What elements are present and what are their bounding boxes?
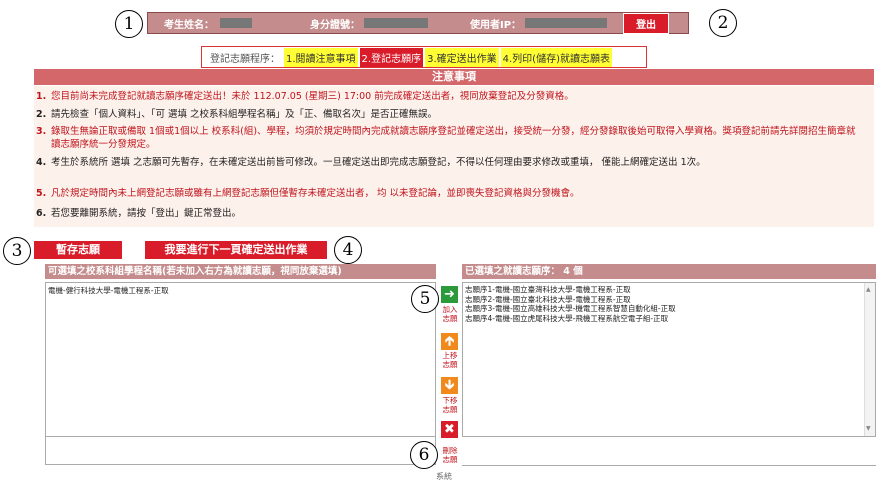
scroll-down-icon: ▼	[866, 425, 871, 433]
list-item[interactable]: 志願序1-電機-國立臺灣科技大學-電機工程系-正取	[463, 285, 875, 295]
arrow-right-icon: ➜	[444, 287, 455, 302]
delete-choice-button[interactable]: ✖	[441, 421, 458, 438]
available-list[interactable]: 電機-健行科技大學-電機工程系-正取	[45, 282, 436, 437]
list-item[interactable]: 志願序3-電機-國立高雄科技大學-機電工程系智慧自動化組-正取	[463, 304, 875, 314]
user-info-bar: 考生姓名： 身分證號： 使用者IP： 登出	[147, 12, 689, 34]
callout-6: 6	[410, 441, 438, 469]
bottom-divider	[462, 465, 876, 466]
note-text: 考生於系統所 選填 之志願可先暫存，在未確定送出前皆可修改。一旦確定送出即完成志…	[51, 157, 706, 168]
close-icon: ✖	[444, 422, 455, 437]
name-label: 考生姓名：	[164, 19, 214, 31]
add-choice-label: 加入志願	[442, 305, 458, 323]
next-page-submit-button[interactable]: 我要進行下一頁確定送出作業	[145, 241, 327, 259]
note-text: 您目前尚未完成登記就讀志願序確定送出！未於 112.07.05 (星期三) 17…	[51, 91, 574, 102]
ip-label: 使用者IP：	[470, 19, 522, 31]
name-masked-value	[220, 18, 252, 28]
footer-text: 系統	[436, 472, 452, 481]
save-draft-button[interactable]: 暫存志願	[34, 241, 122, 259]
ip-masked-value	[525, 18, 608, 28]
note-item: 5. 凡於規定時間內未上網登記志願或雖有上網登記志願但僅暫存未確定送出者， 均 …	[34, 187, 864, 200]
note-text: 若您要離開系統，請按「登出」鍵正常登出。	[51, 208, 242, 219]
note-number: 5.	[36, 188, 47, 199]
arrow-up-icon: 🡱	[444, 334, 455, 349]
note-item: 1. 您目前尚未完成登記就讀志願序確定送出！未於 112.07.05 (星期三)…	[34, 90, 864, 103]
callout-2: 2	[709, 9, 737, 37]
list-item[interactable]: 電機-健行科技大學-電機工程系-正取	[46, 286, 435, 296]
left-panel-footer	[45, 437, 436, 465]
arrow-down-icon: 🡳	[444, 378, 455, 393]
step-print-form[interactable]: 4.列印(儲存)就讀志願表	[500, 47, 612, 67]
step-read-notes[interactable]: 1.閱讀注意事項	[284, 47, 358, 67]
registration-steps: 登記志願程序： 1.閱讀注意事項 2.登記志願序 3.確定送出作業 4.列印(儲…	[201, 46, 647, 68]
note-item: 3. 錄取生無論正取或備取 1個或1個以上 校系科(組)、學程，均須於規定時間內…	[34, 125, 864, 151]
available-list-title: 可選填之校系科組學程名稱(若未加入右方為就讀志願，視同放棄選填)	[45, 264, 436, 279]
note-number: 6.	[36, 208, 47, 219]
move-up-label: 上移志願	[442, 351, 458, 369]
callout-5: 5	[411, 285, 439, 313]
callout-4: 4	[334, 236, 362, 264]
note-item: 6. 若您要離開系統，請按「登出」鍵正常登出。	[34, 207, 864, 220]
note-text: 請先檢查「個人資料」、「可 選填 之校系科組學程名稱」及「正、備取名次」是否正確…	[51, 109, 438, 120]
callout-3: 3	[3, 237, 31, 265]
note-number: 4.	[36, 157, 47, 168]
list-item[interactable]: 志願序2-電機-國立臺北科技大學-電機工程系-正取	[463, 295, 875, 305]
list-item[interactable]: 志願序4-電機-國立虎尾科技大學-飛機工程系航空電子組-正取	[463, 314, 875, 324]
selected-list-scrollbar[interactable]: ▲ ▼	[864, 283, 875, 436]
note-number: 2.	[36, 109, 47, 120]
move-up-button[interactable]: 🡱	[441, 333, 458, 350]
selected-list[interactable]: 志願序1-電機-國立臺灣科技大學-電機工程系-正取 志願序2-電機-國立臺北科技…	[462, 282, 876, 437]
delete-choice-label: 刪除志願	[442, 446, 458, 464]
note-item: 4. 考生於系統所 選填 之志願可先暫存，在未確定送出前皆可修改。一旦確定送出即…	[34, 156, 864, 169]
add-choice-button[interactable]: ➜	[441, 286, 458, 303]
logout-button[interactable]: 登出	[623, 12, 670, 34]
id-masked-value	[364, 18, 428, 28]
notes-title: 注意事項	[34, 69, 874, 85]
move-down-label: 下移志願	[442, 396, 458, 414]
id-label: 身分證號：	[310, 19, 360, 31]
callout-1: 1	[115, 10, 143, 38]
note-text: 錄取生無論正取或備取 1個或1個以上 校系科(組)、學程，均須於規定時間內完成就…	[51, 126, 856, 150]
selected-list-title: 已選填之就讀志願序： 4 個	[462, 264, 876, 279]
step-register-order[interactable]: 2.登記志願序	[359, 47, 424, 67]
note-number: 1.	[36, 91, 47, 102]
note-text: 凡於規定時間內未上網登記志願或雖有上網登記志願但僅暫存未確定送出者， 均 以未登…	[51, 188, 580, 199]
move-down-button[interactable]: 🡳	[441, 377, 458, 394]
step-confirm-submit[interactable]: 3.確定送出作業	[425, 47, 499, 67]
notes-panel: 1. 您目前尚未完成登記就讀志願序確定送出！未於 112.07.05 (星期三)…	[34, 86, 874, 227]
steps-title: 登記志願程序：	[210, 53, 280, 65]
scroll-up-icon: ▲	[866, 286, 871, 293]
note-number: 3.	[36, 126, 47, 137]
note-item: 2. 請先檢查「個人資料」、「可 選填 之校系科組學程名稱」及「正、備取名次」是…	[34, 108, 864, 121]
